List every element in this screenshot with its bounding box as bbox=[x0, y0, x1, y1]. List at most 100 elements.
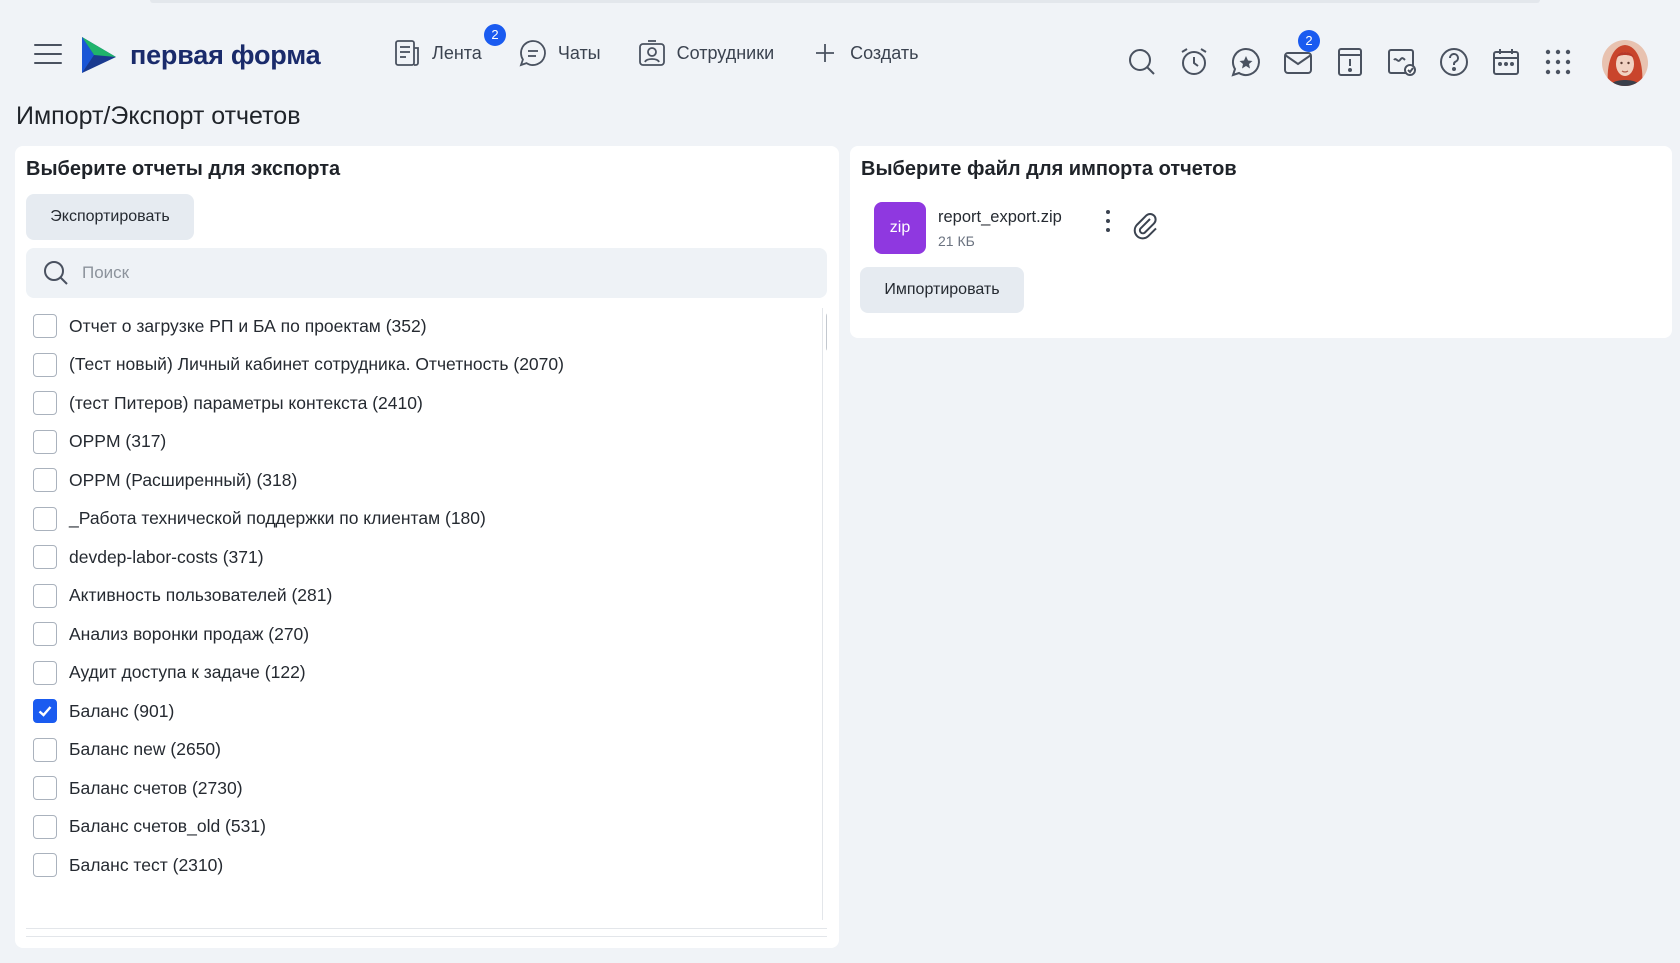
report-label: Баланс счетов (2730) bbox=[69, 777, 243, 798]
nav-feed-label: Лента bbox=[432, 42, 482, 63]
report-label: (тест Питеров) параметры контекста (2410… bbox=[69, 392, 423, 413]
report-checkbox[interactable] bbox=[33, 814, 57, 839]
attached-file[interactable]: zip report_export.zip 21 КБ bbox=[874, 202, 1062, 254]
file-size: 21 КБ bbox=[938, 232, 975, 249]
nav-feed[interactable]: Лента 2 bbox=[392, 24, 506, 68]
export-panel: Выберите отчеты для экспорта Экспортиров… bbox=[15, 146, 839, 948]
export-button[interactable]: Экспортировать bbox=[26, 194, 194, 240]
signature-icon bbox=[1388, 49, 1416, 76]
reminders-button[interactable] bbox=[1178, 46, 1210, 78]
report-list[interactable]: Отчет о загрузке РП и БА по проектам (35… bbox=[26, 308, 827, 924]
browser-top-edge bbox=[150, 0, 1540, 3]
nav-chats[interactable]: Чаты bbox=[518, 38, 601, 68]
favorites-button[interactable] bbox=[1230, 46, 1262, 78]
report-label: (Тест новый) Личный кабинет сотрудника. … bbox=[69, 354, 564, 374]
report-label: Аудит доступа к задаче (122) bbox=[69, 662, 306, 682]
logo-mark-icon bbox=[82, 37, 116, 73]
paperclip-icon[interactable] bbox=[1130, 210, 1160, 240]
help-button[interactable] bbox=[1438, 46, 1470, 78]
signature-button[interactable] bbox=[1386, 46, 1418, 78]
report-checkbox[interactable] bbox=[33, 622, 57, 646]
search-button[interactable] bbox=[1126, 46, 1158, 78]
report-list-item[interactable]: devdep-labor-costs (371) bbox=[33, 542, 264, 572]
star-chat-icon bbox=[1231, 47, 1260, 77]
report-label: Активность пользователей (281) bbox=[69, 585, 333, 605]
report-checkbox[interactable] bbox=[33, 853, 57, 877]
nav-create-label: Создать bbox=[850, 42, 919, 63]
nav-employees[interactable]: Сотрудники bbox=[637, 38, 774, 68]
search-field[interactable] bbox=[26, 248, 827, 298]
app-header: первая форма Лента 2 Чаты Сотрудники Соз… bbox=[0, 10, 1680, 100]
divider bbox=[26, 928, 827, 929]
import-heading: Выберите файл для импорта отчетов bbox=[861, 158, 1237, 180]
report-list-item[interactable]: Активность пользователей (281) bbox=[33, 581, 332, 611]
alerts-button[interactable] bbox=[1334, 46, 1366, 78]
export-heading: Выберите отчеты для экспорта bbox=[26, 158, 341, 180]
logo[interactable]: первая форма bbox=[80, 35, 321, 75]
calendar-icon bbox=[1493, 49, 1519, 75]
report-label: OPPM (317) bbox=[69, 431, 167, 451]
scrollbar-thumb[interactable] bbox=[826, 312, 827, 352]
feed-badge: 2 bbox=[484, 24, 506, 46]
help-icon bbox=[1440, 48, 1468, 76]
report-checkbox[interactable] bbox=[33, 545, 57, 569]
report-list-item[interactable]: Аудит доступа к задаче (122) bbox=[33, 658, 306, 688]
report-checkbox[interactable] bbox=[33, 352, 57, 377]
report-label: Баланс тест (2310) bbox=[69, 854, 224, 875]
calendar-button[interactable] bbox=[1490, 46, 1522, 78]
report-checkbox[interactable] bbox=[33, 660, 57, 685]
main-nav: Лента 2 Чаты Сотрудники Создать bbox=[392, 24, 955, 68]
report-label: OPPM (Расширенный) (318) bbox=[69, 469, 298, 490]
menu-icon[interactable] bbox=[34, 44, 62, 66]
nav-chats-label: Чаты bbox=[557, 42, 601, 63]
report-checkbox[interactable] bbox=[33, 314, 57, 338]
file-name: report_export.zip bbox=[938, 207, 1062, 226]
alarm-clock-icon bbox=[1181, 48, 1207, 75]
zip-file-icon: zip bbox=[874, 202, 926, 254]
report-list-item[interactable]: _Работа технической поддержки по клиента… bbox=[33, 504, 486, 534]
report-checkbox[interactable] bbox=[33, 429, 57, 454]
logo-text: первая форма bbox=[130, 39, 321, 70]
nav-create[interactable]: Создать bbox=[810, 38, 919, 68]
apps-button[interactable] bbox=[1542, 46, 1574, 78]
apps-grid-icon bbox=[1545, 49, 1571, 75]
report-label: _Работа технической поддержки по клиента… bbox=[69, 508, 486, 528]
report-list-item[interactable]: Баланс счетов (2730) bbox=[33, 773, 243, 803]
report-checkbox[interactable] bbox=[33, 776, 57, 800]
report-list-item[interactable]: Баланс (901) bbox=[33, 696, 174, 726]
scrollbar[interactable] bbox=[822, 308, 827, 920]
more-vertical-icon[interactable] bbox=[1103, 210, 1113, 236]
report-checkbox[interactable] bbox=[33, 583, 57, 608]
avatar[interactable] bbox=[1602, 40, 1648, 86]
report-list-item[interactable]: OPPM (317) bbox=[33, 427, 166, 457]
report-list-item[interactable]: Анализ воронки продаж (270) bbox=[33, 619, 309, 649]
report-checkbox[interactable] bbox=[33, 391, 57, 415]
report-list-item[interactable]: Баланс счетов_old (531) bbox=[33, 812, 266, 842]
report-label: Анализ воронки продаж (270) bbox=[69, 623, 310, 644]
report-checkbox[interactable] bbox=[33, 737, 57, 762]
report-checkbox[interactable] bbox=[33, 506, 57, 531]
report-checkbox[interactable] bbox=[33, 699, 57, 723]
report-list-item[interactable]: OPPM (Расширенный) (318) bbox=[33, 465, 297, 495]
report-list-item[interactable]: Отчет о загрузке РП и БА по проектам (35… bbox=[33, 311, 427, 341]
report-list-item[interactable]: (тест Питеров) параметры контекста (2410… bbox=[33, 388, 423, 418]
report-label: Баланс счетов_old (531) bbox=[69, 816, 266, 836]
mail-button[interactable]: 2 bbox=[1282, 30, 1320, 78]
report-label: Отчет о загрузке РП и БА по проектам (35… bbox=[69, 315, 427, 336]
feed-icon bbox=[395, 40, 419, 66]
report-checkbox[interactable] bbox=[33, 468, 57, 492]
search-icon bbox=[1129, 49, 1155, 75]
header-icons: 2 bbox=[1126, 30, 1594, 78]
chat-icon bbox=[519, 40, 546, 67]
report-list-item[interactable]: Баланс тест (2310) bbox=[33, 850, 223, 880]
search-icon bbox=[44, 261, 68, 285]
import-button[interactable]: Импортировать bbox=[860, 267, 1024, 313]
report-label: Баланс (901) bbox=[69, 700, 175, 721]
search-input[interactable] bbox=[82, 263, 782, 283]
file-info: report_export.zip 21 КБ bbox=[938, 208, 1062, 249]
report-list-item[interactable]: Баланс new (2650) bbox=[33, 735, 221, 765]
plus-icon bbox=[816, 44, 835, 62]
report-list-item[interactable]: (Тест новый) Личный кабинет сотрудника. … bbox=[33, 350, 564, 380]
user-avatar-icon bbox=[1602, 40, 1648, 86]
report-label: Баланс new (2650) bbox=[69, 739, 221, 759]
